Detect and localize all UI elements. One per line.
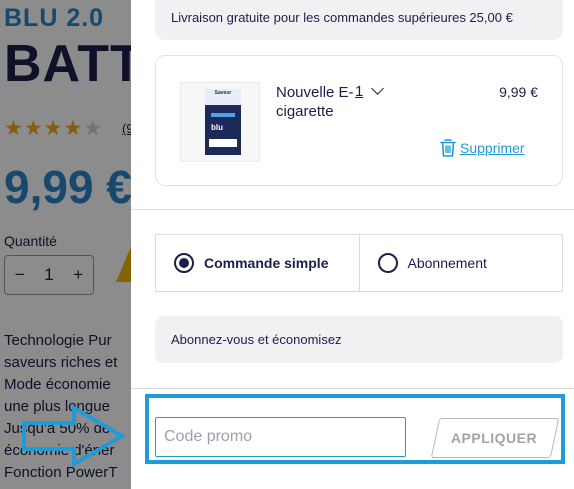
free-shipping-banner: Livraison gratuite pour les commandes su… [155, 0, 563, 40]
option-label: Commande simple [204, 255, 329, 271]
cart-line-item: Saveur blu Nouvelle E-cigarette 1 9,99 €… [155, 55, 563, 186]
subscribe-save-banner: Abonnez-vous et économisez [155, 316, 563, 363]
trash-icon [440, 139, 456, 157]
remove-item-button[interactable]: Supprimer [439, 138, 525, 158]
package-stripe [211, 113, 235, 117]
option-subscription[interactable]: Abonnement [358, 235, 563, 291]
divider [131, 209, 574, 210]
chevron-down-icon [371, 82, 385, 95]
option-label: Abonnement [407, 255, 487, 271]
option-single-order[interactable]: Commande simple [156, 235, 359, 291]
cart-item-name[interactable]: Nouvelle E-cigarette [276, 83, 356, 121]
package-label: Saveur [205, 89, 241, 105]
cart-item-price: 9,99 € [499, 84, 538, 100]
cart-quantity-value: 1 [355, 83, 364, 100]
divider [131, 388, 574, 389]
radio-checked[interactable] [174, 253, 194, 273]
radio-unchecked[interactable] [377, 253, 398, 273]
promo-code-input[interactable] [155, 417, 406, 457]
remove-item-label: Supprimer [460, 140, 525, 156]
product-thumbnail: Saveur blu [180, 82, 260, 162]
package-foot [209, 139, 237, 147]
purchase-type-toggle: Commande simple Abonnement [155, 234, 563, 292]
arrow-right-icon [22, 405, 126, 467]
apply-button-label: APPLIQUER [450, 430, 538, 446]
apply-promo-button[interactable]: APPLIQUER [429, 418, 560, 458]
cart-quantity-select[interactable]: 1 [355, 82, 385, 100]
cart-drawer: Livraison gratuite pour les commandes su… [131, 0, 574, 489]
package-logo: blu [211, 123, 223, 132]
